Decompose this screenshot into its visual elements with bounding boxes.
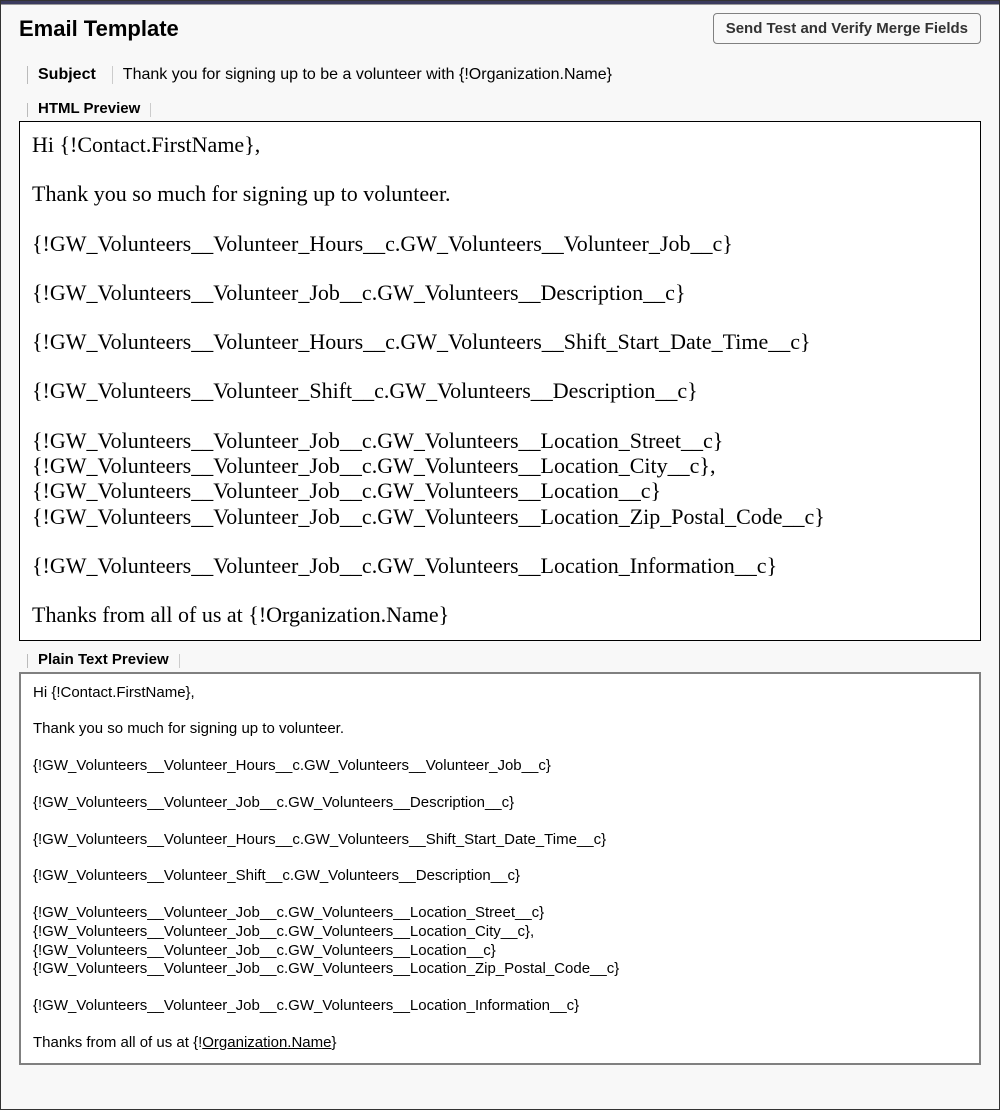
plain-text-line: {!GW_Volunteers__Volunteer_Hours__c.GW_V… (33, 831, 967, 850)
plain-text-tab-row: Plain Text Preview (1, 651, 999, 672)
subject-value: Thank you for signing up to be a volunte… (123, 66, 612, 84)
divider (112, 66, 113, 84)
html-preview-line: {!GW_Volunteers__Volunteer_Job__c.GW_Vol… (32, 453, 968, 478)
plain-text-segment: Thanks from all of us at {! (33, 1034, 202, 1051)
header-row: Email Template Send Test and Verify Merg… (1, 5, 999, 54)
subject-label: Subject (38, 66, 96, 84)
email-template-container: Email Template Send Test and Verify Merg… (0, 0, 1000, 1110)
html-preview-line: Thank you so much for signing up to volu… (32, 181, 968, 206)
send-test-button[interactable]: Send Test and Verify Merge Fields (713, 13, 981, 44)
divider (27, 103, 28, 117)
plain-text-box[interactable]: Hi {!Contact.FirstName}, Thank you so mu… (19, 672, 981, 1065)
plain-text-line: {!GW_Volunteers__Volunteer_Job__c.GW_Vol… (33, 923, 967, 942)
html-preview-line: {!GW_Volunteers__Volunteer_Hours__c.GW_V… (32, 231, 968, 256)
subject-row: Subject Thank you for signing up to be a… (1, 54, 999, 96)
html-preview-line: {!GW_Volunteers__Volunteer_Job__c.GW_Vol… (32, 280, 968, 305)
plain-text-line: {!GW_Volunteers__Volunteer_Hours__c.GW_V… (33, 757, 967, 776)
plain-text-segment: } (331, 1034, 336, 1051)
plain-text-line: {!GW_Volunteers__Volunteer_Job__c.GW_Vol… (33, 904, 967, 923)
html-preview-line: {!GW_Volunteers__Volunteer_Job__c.GW_Vol… (32, 478, 968, 503)
html-preview-line: {!GW_Volunteers__Volunteer_Shift__c.GW_V… (32, 378, 968, 403)
html-preview-line: Thanks from all of us at {!Organization.… (32, 602, 968, 627)
plain-text-line: {!GW_Volunteers__Volunteer_Job__c.GW_Vol… (33, 942, 967, 961)
plain-text-line: Thanks from all of us at {!Organization.… (33, 1034, 967, 1053)
html-preview-line: Hi {!Contact.FirstName}, (32, 132, 968, 157)
divider (27, 66, 28, 84)
plain-text-line: {!GW_Volunteers__Volunteer_Shift__c.GW_V… (33, 867, 967, 886)
page-title: Email Template (19, 16, 179, 42)
html-preview-tab-label: HTML Preview (38, 100, 140, 121)
divider (179, 654, 180, 668)
html-preview-line: {!GW_Volunteers__Volunteer_Hours__c.GW_V… (32, 329, 968, 354)
html-preview-line: {!GW_Volunteers__Volunteer_Job__c.GW_Vol… (32, 553, 968, 578)
plain-text-underline: Organization.Name (202, 1034, 331, 1051)
plain-text-tab-label: Plain Text Preview (38, 651, 169, 672)
html-preview-line: {!GW_Volunteers__Volunteer_Job__c.GW_Vol… (32, 504, 968, 529)
plain-text-line: Thank you so much for signing up to volu… (33, 720, 967, 739)
html-preview-line: {!GW_Volunteers__Volunteer_Job__c.GW_Vol… (32, 428, 968, 453)
html-preview-tab-row: HTML Preview (1, 100, 999, 121)
plain-text-line: Hi {!Contact.FirstName}, (33, 684, 967, 703)
plain-text-line: {!GW_Volunteers__Volunteer_Job__c.GW_Vol… (33, 997, 967, 1016)
plain-text-line: {!GW_Volunteers__Volunteer_Job__c.GW_Vol… (33, 794, 967, 813)
divider (150, 103, 151, 117)
divider (27, 654, 28, 668)
plain-text-line: {!GW_Volunteers__Volunteer_Job__c.GW_Vol… (33, 960, 967, 979)
html-preview-box[interactable]: Hi {!Contact.FirstName}, Thank you so mu… (19, 121, 981, 641)
